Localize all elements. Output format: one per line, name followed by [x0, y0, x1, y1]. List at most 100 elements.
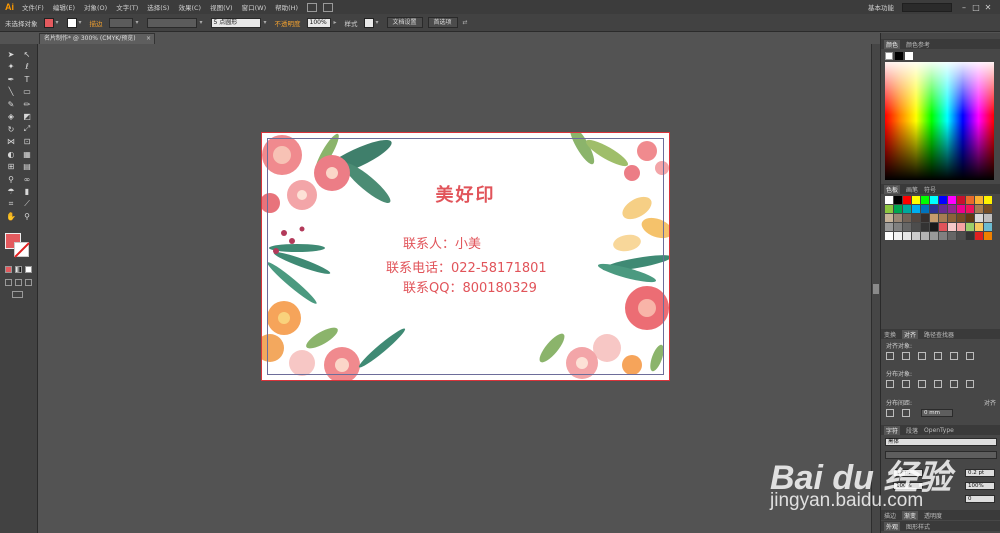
mesh-tool-icon[interactable]: ⊞	[3, 161, 19, 174]
swatch-40[interactable]	[921, 223, 929, 231]
scrollbar-thumb[interactable]	[873, 284, 879, 294]
gradient-tool-icon[interactable]: ▤	[19, 161, 35, 174]
stroke-weight-dropdown-icon[interactable]: ▾	[136, 18, 142, 27]
screen-mode-icon[interactable]	[12, 291, 23, 298]
white-swatch[interactable]	[905, 52, 913, 60]
swatch-36[interactable]	[885, 223, 893, 231]
menu-effect[interactable]: 效果(C)	[178, 2, 201, 12]
swatch-38[interactable]	[903, 223, 911, 231]
opacity-label[interactable]: 不透明度	[275, 18, 301, 28]
swatch-29[interactable]	[930, 214, 938, 222]
swatch-35[interactable]	[984, 214, 992, 222]
card-qq[interactable]: 联系QQ：800180329	[403, 277, 537, 296]
swatch-0[interactable]	[885, 196, 893, 204]
free-transform-tool-icon[interactable]: ⊡	[19, 136, 35, 149]
swatch-22[interactable]	[975, 205, 983, 213]
swatch-52[interactable]	[921, 232, 929, 240]
swatch-37[interactable]	[894, 223, 902, 231]
paintbrush-tool-icon[interactable]: ✎	[3, 98, 19, 111]
align-right-icon[interactable]	[918, 352, 926, 360]
swatch-27[interactable]	[912, 214, 920, 222]
draw-inside-icon[interactable]	[25, 279, 32, 286]
fill-color-swatch[interactable]	[43, 17, 54, 28]
tab-swatches[interactable]: 色板	[884, 184, 901, 194]
stroke-color-swatch[interactable]	[66, 17, 77, 28]
line-tool-icon[interactable]: ╲	[3, 86, 19, 99]
swatch-1[interactable]	[894, 196, 902, 204]
zoom-tool-icon[interactable]: ⚲	[19, 211, 35, 224]
swatch-47[interactable]	[984, 223, 992, 231]
close-button[interactable]: ✕	[982, 3, 994, 12]
swatch-3[interactable]	[912, 196, 920, 204]
swatch-17[interactable]	[930, 205, 938, 213]
tab-pathfinder[interactable]: 路径查找器	[924, 330, 954, 339]
align-left-icon[interactable]	[886, 352, 894, 360]
type-tool-icon[interactable]: T	[19, 73, 35, 86]
spacing-field[interactable]: 0 mm	[921, 409, 953, 417]
stroke-dropdown-icon[interactable]: ▾	[79, 18, 85, 27]
swatch-39[interactable]	[912, 223, 920, 231]
rotate-tool-icon[interactable]: ↻	[3, 123, 19, 136]
swatch-7[interactable]	[948, 196, 956, 204]
align-bottom-icon[interactable]	[966, 352, 974, 360]
canvas-area[interactable]: 美好印 联系人：小美 联系电话：022-58171801 联系QQ：800180…	[39, 44, 871, 533]
perspective-grid-tool-icon[interactable]: ▦	[19, 148, 35, 161]
swatch-57[interactable]	[966, 232, 974, 240]
swatch-43[interactable]	[948, 223, 956, 231]
distribute-center-h-icon[interactable]	[950, 380, 958, 388]
brush-dropdown-icon[interactable]: ▾	[264, 18, 270, 27]
swatch-58[interactable]	[975, 232, 983, 240]
swatch-50[interactable]	[903, 232, 911, 240]
swatch-26[interactable]	[903, 214, 911, 222]
preferences-button[interactable]: 首选项	[427, 17, 458, 28]
tab-color-guide[interactable]: 颜色参考	[906, 40, 930, 49]
color-spectrum[interactable]	[885, 62, 994, 180]
swatch-20[interactable]	[957, 205, 965, 213]
swatch-41[interactable]	[930, 223, 938, 231]
swatch-12[interactable]	[885, 205, 893, 213]
slice-tool-icon[interactable]: ⟋	[19, 198, 35, 211]
menu-window[interactable]: 窗口(W)	[242, 2, 267, 12]
menu-help[interactable]: 帮助(H)	[275, 2, 298, 12]
swatch-21[interactable]	[966, 205, 974, 213]
swatch-32[interactable]	[957, 214, 965, 222]
distribute-center-v-icon[interactable]	[902, 380, 910, 388]
swatch-14[interactable]	[903, 205, 911, 213]
tab-color[interactable]: 颜色	[884, 39, 901, 49]
bridge-icon[interactable]	[307, 2, 318, 12]
swatch-23[interactable]	[984, 205, 992, 213]
help-search-input[interactable]	[902, 2, 952, 12]
distribute-bottom-icon[interactable]	[918, 380, 926, 388]
align-center-h-icon[interactable]	[902, 352, 910, 360]
document-tab[interactable]: 名片制作* @ 300% (CMYK/预览) ×	[39, 33, 155, 44]
align-center-v-icon[interactable]	[950, 352, 958, 360]
swatch-44[interactable]	[957, 223, 965, 231]
distribute-top-icon[interactable]	[886, 380, 894, 388]
swatch-28[interactable]	[921, 214, 929, 222]
swatch-11[interactable]	[984, 196, 992, 204]
swatch-19[interactable]	[948, 205, 956, 213]
swatch-30[interactable]	[939, 214, 947, 222]
workspace-switcher[interactable]: 基本功能	[868, 2, 894, 12]
menu-select[interactable]: 选择(S)	[147, 2, 169, 12]
tab-transform[interactable]: 变换	[884, 330, 896, 339]
swatch-16[interactable]	[921, 205, 929, 213]
swatch-6[interactable]	[939, 196, 947, 204]
spacing-horizontal-icon[interactable]	[902, 409, 910, 417]
distribute-left-icon[interactable]	[934, 380, 942, 388]
swatch-24[interactable]	[885, 214, 893, 222]
draw-normal-icon[interactable]	[5, 279, 12, 286]
width-tool-icon[interactable]: ⋈	[3, 136, 19, 149]
swatch-25[interactable]	[894, 214, 902, 222]
scale-tool-icon[interactable]: ⤢	[19, 123, 35, 136]
tab-align[interactable]: 对齐	[902, 329, 919, 339]
variable-width-field[interactable]	[146, 17, 197, 28]
maximize-button[interactable]: □	[970, 3, 982, 12]
swatch-4[interactable]	[921, 196, 929, 204]
opacity-field[interactable]: 100%	[306, 17, 331, 28]
swatch-42[interactable]	[939, 223, 947, 231]
swatch-51[interactable]	[912, 232, 920, 240]
swatch-5[interactable]	[930, 196, 938, 204]
card-contact[interactable]: 联系人：小美	[403, 233, 481, 252]
swatch-54[interactable]	[939, 232, 947, 240]
